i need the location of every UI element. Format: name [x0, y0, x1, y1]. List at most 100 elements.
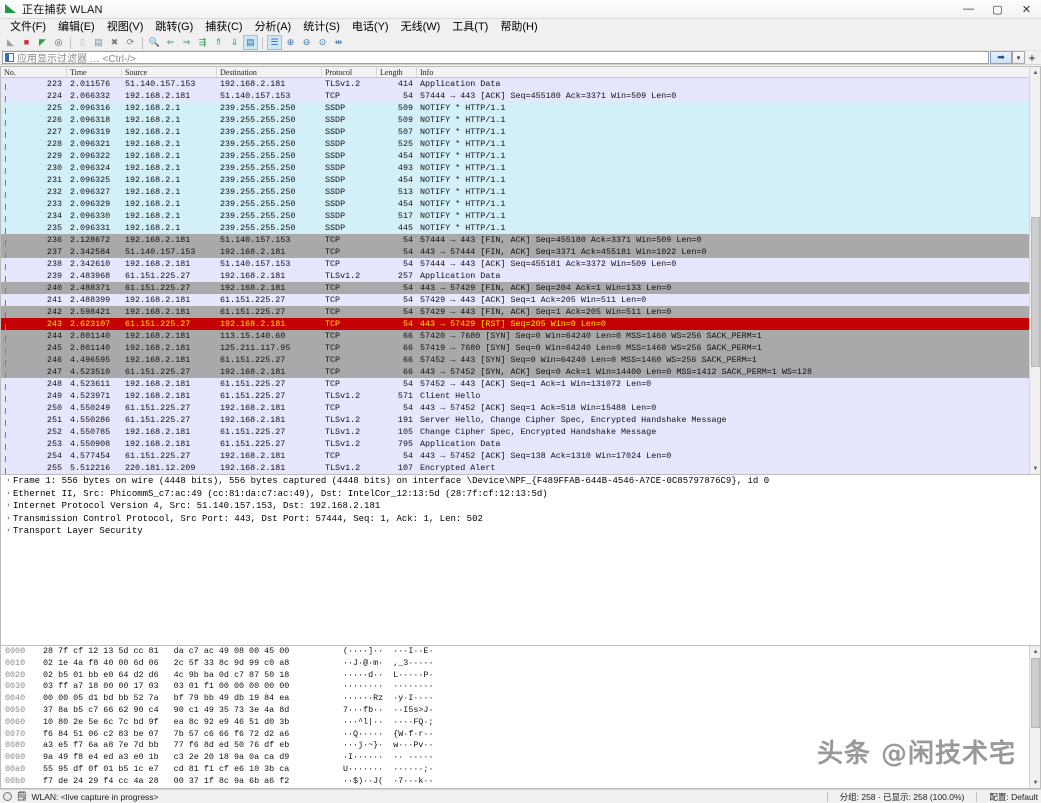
packet-detail-pane[interactable]: › Frame 1: 556 bytes on wire (4448 bits),… — [0, 475, 1041, 646]
scroll-thumb[interactable] — [1031, 217, 1040, 367]
hex-row[interactable]: 0070 f6 84 51 06 c2 83 be 07 7b 57 c6 66 … — [1, 729, 1040, 741]
table-row[interactable]: 237 2.342584 51.140.157.153 192.168.2.181 TC… — [1, 246, 1040, 258]
go-to-packet-icon[interactable]: ⇶ — [195, 35, 210, 50]
table-row[interactable]: 227 2.096319 192.168.2.1 239.255.255.250 SSD… — [1, 126, 1040, 138]
bookmark-icon[interactable] — [5, 53, 14, 62]
packet-list-header[interactable]: No. Time Source Destination Protocol Length In… — [1, 67, 1040, 78]
open-file-icon[interactable]: ▯ — [75, 35, 90, 50]
chevron-right-icon[interactable]: › — [4, 525, 13, 538]
filter-history-dropdown[interactable]: ▾ — [1012, 51, 1025, 64]
packet-bytes-scrollbar[interactable]: ▲ ▼ — [1029, 646, 1040, 788]
status-profile[interactable]: 配置: Default — [989, 791, 1038, 803]
table-row[interactable]: 229 2.096322 192.168.2.1 239.255.255.250 SSD… — [1, 150, 1040, 162]
chevron-right-icon[interactable]: › — [4, 475, 13, 488]
detail-tcp[interactable]: › Transmission Control Protocol, Src Port… — [1, 513, 1040, 526]
table-row[interactable]: 251 4.550286 61.151.225.27 192.168.2.181 TLS… — [1, 414, 1040, 426]
table-row[interactable]: 253 4.550908 192.168.2.181 61.151.225.27 TLS… — [1, 438, 1040, 450]
scroll-down-arrow[interactable]: ▼ — [1030, 463, 1040, 474]
table-row[interactable]: 239 2.483968 61.151.225.27 192.168.2.181 TLS… — [1, 270, 1040, 282]
hex-row[interactable]: 0010 02 1e 4a f8 40 00 6d 06 2c 5f 33 8c … — [1, 658, 1040, 670]
reload-file-icon[interactable]: ⟳ — [123, 35, 138, 50]
packet-list-rows[interactable]: 223 2.011576 51.140.157.153 192.168.2.181 TL… — [1, 78, 1040, 474]
table-row[interactable]: 236 2.128672 192.168.2.181 51.140.157.153 TC… — [1, 234, 1040, 246]
zoom-in-icon[interactable]: ⊕ — [283, 35, 298, 50]
hex-dump[interactable]: 0000 28 7f cf 12 13 5d cc 81 da c7 ac 49 … — [1, 646, 1040, 788]
table-row[interactable]: 249 4.523971 192.168.2.181 61.151.225.27 TLS… — [1, 390, 1040, 402]
go-last-packet-icon[interactable]: ⇓ — [227, 35, 242, 50]
save-file-icon[interactable]: ▤ — [91, 35, 106, 50]
menu-tools[interactable]: 工具(T) — [446, 19, 494, 35]
table-row[interactable]: 250 4.550249 61.151.225.27 192.168.2.181 TCP… — [1, 402, 1040, 414]
menu-telephony[interactable]: 电话(Y) — [346, 19, 395, 35]
go-forward-icon[interactable]: ⇒ — [179, 35, 194, 50]
maximize-button[interactable]: ▢ — [983, 0, 1012, 19]
table-row[interactable]: 223 2.011576 51.140.157.153 192.168.2.181 TL… — [1, 78, 1040, 90]
go-first-packet-icon[interactable]: ⇑ — [211, 35, 226, 50]
find-packet-icon[interactable]: 🔍 — [147, 35, 162, 50]
col-source[interactable]: Source — [122, 67, 217, 77]
table-row[interactable]: 235 2.096331 192.168.2.1 239.255.255.250 SSD… — [1, 222, 1040, 234]
col-info[interactable]: Info — [417, 67, 1040, 77]
menu-view[interactable]: 视图(V) — [101, 19, 150, 35]
table-row[interactable]: 254 4.577454 61.151.225.27 192.168.2.181 TCP… — [1, 450, 1040, 462]
packet-bytes-pane[interactable]: 0000 28 7f cf 12 13 5d cc 81 da c7 ac 49 … — [0, 646, 1041, 789]
menu-help[interactable]: 帮助(H) — [494, 19, 543, 35]
menu-edit[interactable]: 编辑(E) — [52, 19, 101, 35]
hex-row[interactable]: 0050 37 8a b5 c7 66 62 90 c4 90 c1 49 35 … — [1, 705, 1040, 717]
hex-row[interactable]: 0060 10 80 2e 5e 6c 7c bd 9f ea 8c 92 e9 … — [1, 717, 1040, 729]
table-row[interactable]: 226 2.096318 192.168.2.1 239.255.255.250 SSD… — [1, 114, 1040, 126]
stop-capture-icon[interactable]: ■ — [19, 35, 34, 50]
chevron-right-icon[interactable]: › — [4, 500, 13, 513]
bytes-scroll-up-arrow[interactable]: ▲ — [1030, 646, 1040, 657]
detail-ethernet[interactable]: › Ethernet II, Src: PhicommS_c7:ac:49 (cc… — [1, 488, 1040, 501]
table-row[interactable]: 228 2.096321 192.168.2.1 239.255.255.250 SSD… — [1, 138, 1040, 150]
colorize-packets-icon[interactable]: ☰ — [267, 35, 282, 50]
close-file-icon[interactable]: ✖ — [107, 35, 122, 50]
detail-tls[interactable]: › Transport Layer Security — [1, 525, 1040, 538]
col-length[interactable]: Length — [377, 67, 417, 77]
table-row[interactable]: 230 2.096324 192.168.2.1 239.255.255.250 SSD… — [1, 162, 1040, 174]
hex-row[interactable]: 0030 03 ff a7 18 00 00 17 03 03 01 f1 00 … — [1, 681, 1040, 693]
table-row[interactable]: 245 2.801140 192.168.2.181 125.211.117.95 TC… — [1, 342, 1040, 354]
menu-analyze[interactable]: 分析(A) — [249, 19, 298, 35]
table-row[interactable]: 233 2.096329 192.168.2.1 239.255.255.250 SSD… — [1, 198, 1040, 210]
bytes-scroll-thumb[interactable] — [1031, 658, 1040, 728]
expert-info-icon[interactable] — [3, 792, 12, 801]
col-protocol[interactable]: Protocol — [322, 67, 377, 77]
hex-row[interactable]: 0080 a3 e5 f7 6a a8 7e 7d bb 77 f6 8d ed … — [1, 740, 1040, 752]
table-row[interactable]: 255 5.512216 220.181.12.209 192.168.2.181 TL… — [1, 462, 1040, 474]
hex-row[interactable]: 0090 9a 49 f8 e4 ed a3 e0 1b c3 2e 20 18 … — [1, 752, 1040, 764]
table-row[interactable]: 224 2.066332 192.168.2.181 51.140.157.153 TC… — [1, 90, 1040, 102]
start-capture-icon[interactable]: ◣ — [3, 35, 18, 50]
capture-options-icon[interactable]: ◎ — [51, 35, 66, 50]
table-row[interactable]: 248 4.523611 192.168.2.181 61.151.225.27 TCP… — [1, 378, 1040, 390]
menu-capture[interactable]: 捕获(C) — [199, 19, 248, 35]
add-filter-button[interactable]: + — [1025, 51, 1039, 65]
table-row[interactable]: 244 2.801140 192.168.2.181 113.15.140.60 TCP… — [1, 330, 1040, 342]
table-row[interactable]: 240 2.488371 61.151.225.27 192.168.2.181 TCP… — [1, 282, 1040, 294]
scroll-up-arrow[interactable]: ▲ — [1030, 67, 1040, 78]
col-destination[interactable]: Destination — [217, 67, 322, 77]
col-time[interactable]: Time — [67, 67, 122, 77]
table-row[interactable]: 242 2.598421 192.168.2.181 61.151.225.27 TCP… — [1, 306, 1040, 318]
menu-statistics[interactable]: 统计(S) — [297, 19, 346, 35]
table-row[interactable]: 231 2.096325 192.168.2.1 239.255.255.250 SSD… — [1, 174, 1040, 186]
packet-list-pane[interactable]: No. Time Source Destination Protocol Length In… — [0, 66, 1041, 475]
table-row[interactable]: 234 2.096330 192.168.2.1 239.255.255.250 SSD… — [1, 210, 1040, 222]
display-filter-input[interactable]: 应用显示过滤器 … <Ctrl-/> — [2, 51, 989, 65]
apply-filter-button[interactable]: ➡ — [990, 51, 1012, 64]
table-row[interactable]: 243 2.623107 61.151.225.27 192.168.2.181 TCP… — [1, 318, 1040, 330]
bytes-scroll-down-arrow[interactable]: ▼ — [1030, 777, 1040, 788]
hex-row[interactable]: 0040 00 00 05 d1 bd bb 52 7a bf 79 bb 49 … — [1, 693, 1040, 705]
hex-row[interactable]: 00b0 f7 de 24 29 f4 cc 4a 28 00 37 1f 8c … — [1, 776, 1040, 788]
zoom-out-icon[interactable]: ⊖ — [299, 35, 314, 50]
close-button[interactable]: ✕ — [1012, 0, 1041, 19]
menu-go[interactable]: 跳转(G) — [149, 19, 199, 35]
detail-ipv4[interactable]: › Internet Protocol Version 4, Src: 51.14… — [1, 500, 1040, 513]
chevron-right-icon[interactable]: › — [4, 488, 13, 501]
table-row[interactable]: 241 2.488399 192.168.2.181 61.151.225.27 TCP… — [1, 294, 1040, 306]
resize-columns-icon[interactable]: ⇹ — [331, 35, 346, 50]
go-back-icon[interactable]: ⇐ — [163, 35, 178, 50]
menu-file[interactable]: 文件(F) — [4, 19, 52, 35]
table-row[interactable]: 246 4.496595 192.168.2.181 61.151.225.27 TCP… — [1, 354, 1040, 366]
